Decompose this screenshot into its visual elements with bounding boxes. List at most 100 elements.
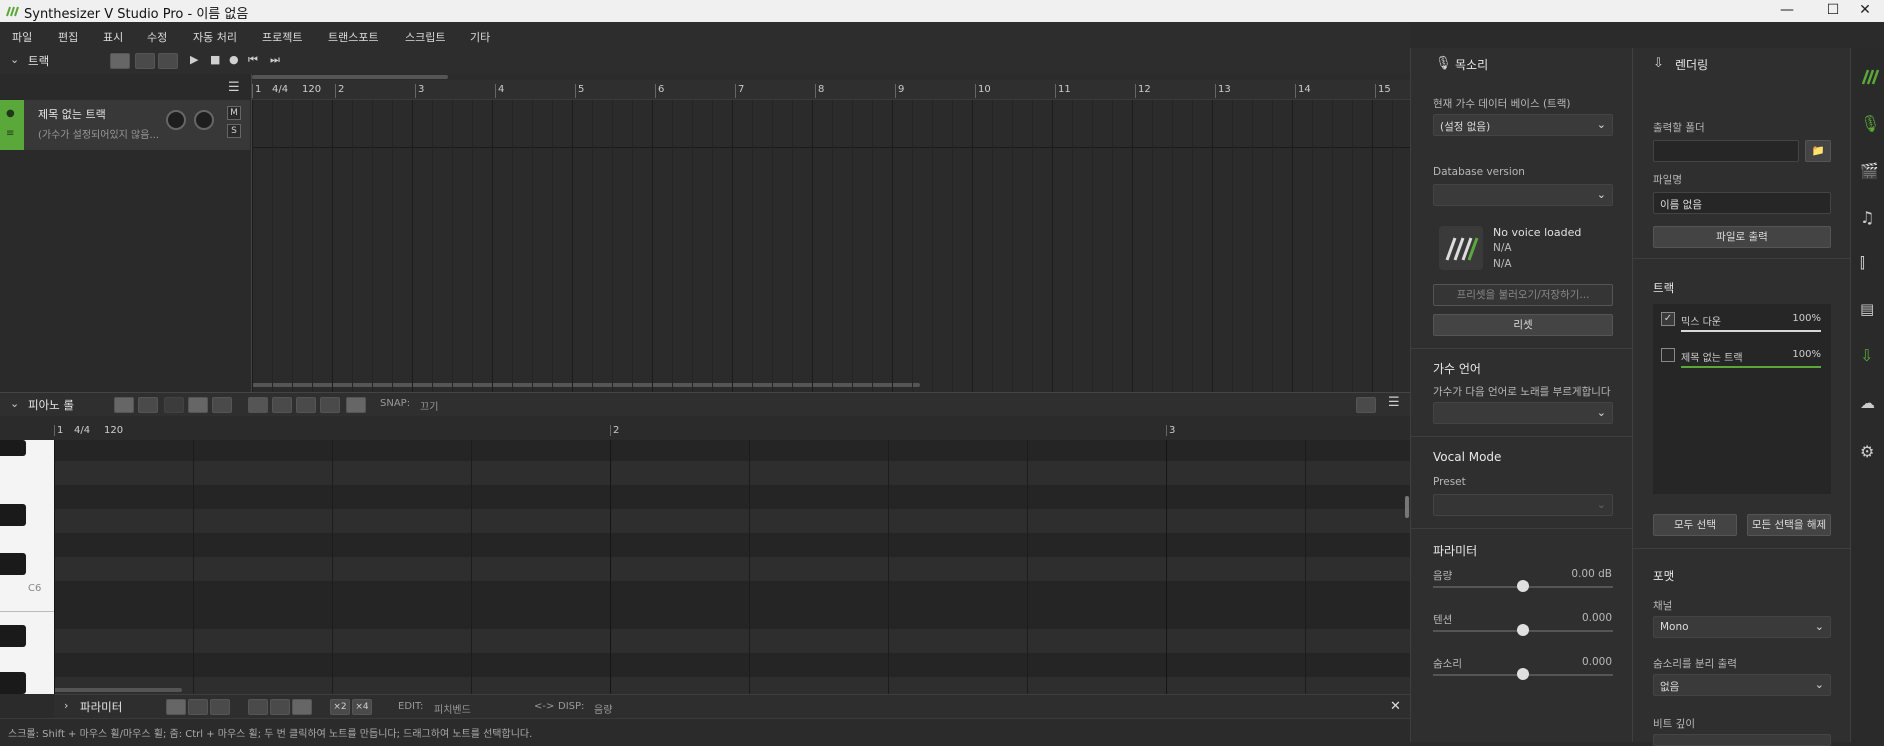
pan-knob[interactable] — [194, 110, 214, 130]
music-note-icon[interactable]: ♫ — [1860, 208, 1878, 227]
track-checkbox[interactable] — [1661, 348, 1675, 362]
library-icon[interactable]: ⫿ — [1860, 254, 1878, 272]
rewind-icon[interactable]: ⏮ — [248, 53, 258, 67]
record-icon[interactable]: ● — [229, 53, 239, 66]
camera-icon[interactable] — [1356, 397, 1376, 413]
piano-roll-menu-icon[interactable]: ☰ — [1388, 395, 1400, 410]
menu-file[interactable]: 파일 — [12, 29, 32, 45]
minimize-button[interactable]: — — [1764, 0, 1810, 22]
logo-icon[interactable] — [1860, 66, 1882, 88]
menu-transport[interactable]: 트랜스포트 — [328, 29, 379, 45]
param-lower-icon[interactable] — [248, 699, 268, 715]
close-window-button[interactable]: ✕ — [1846, 0, 1884, 22]
solo-button[interactable]: S — [227, 124, 241, 138]
param-pencil-icon[interactable] — [188, 699, 208, 715]
param-slider-handle[interactable] — [1517, 580, 1529, 592]
db-version-dropdown[interactable]: ⌄ — [1433, 184, 1613, 206]
track-grip-icon[interactable]: ≡ — [6, 128, 14, 139]
expand-chevron-icon[interactable]: › — [64, 699, 68, 712]
pr-h-scrollbar[interactable] — [54, 688, 182, 692]
track-menu-icon[interactable]: ☰ — [228, 80, 240, 95]
piano-roll-grid[interactable] — [54, 440, 1410, 694]
menu-script[interactable]: 스크립트 — [405, 29, 445, 45]
parameter-bar: › 파라미터 ×2 ×4 EDIT: 피치벤드 <-> DISP: 음량 ✕ — [54, 694, 1410, 718]
pencil-tool-icon[interactable] — [138, 397, 158, 413]
x4-button[interactable]: ×4 — [352, 699, 372, 715]
filename-input[interactable]: 이름 없음 — [1653, 192, 1831, 214]
deselect-all-button[interactable]: 모든 선택을 해제 — [1747, 514, 1831, 536]
param-slider-handle[interactable] — [1517, 668, 1529, 680]
cloud-icon[interactable] — [158, 53, 178, 69]
menu-auto-process[interactable]: 자동 처리 — [193, 29, 237, 45]
black-key[interactable] — [0, 440, 26, 456]
param-raise-icon[interactable] — [270, 699, 290, 715]
param-line-icon[interactable] — [210, 699, 230, 715]
note-tool-icon[interactable] — [188, 397, 208, 413]
gear-icon[interactable]: ⚙ — [1860, 442, 1878, 461]
menu-edit[interactable]: 편집 — [58, 29, 78, 45]
select-all-button[interactable]: 모두 선택 — [1653, 514, 1737, 536]
pr-v-scrollbar[interactable] — [1405, 496, 1409, 518]
phoneme-icon[interactable] — [320, 397, 340, 413]
close-param-icon[interactable]: ✕ — [1390, 699, 1401, 714]
black-key[interactable] — [0, 625, 26, 647]
menu-other[interactable]: 기타 — [470, 29, 490, 45]
snap-value[interactable]: 끄기 — [420, 398, 438, 413]
track-item[interactable]: 제목 없는 트랙 (가수가 설정되어있지 않음... M S — [0, 100, 250, 150]
menu-project[interactable]: 프로젝트 — [262, 29, 302, 45]
param-select-icon[interactable] — [166, 699, 186, 715]
bit-depth-dropdown[interactable] — [1653, 734, 1831, 746]
clapper-icon[interactable] — [346, 397, 366, 413]
param-value[interactable]: 0.000 — [1582, 612, 1612, 624]
waveform-icon[interactable] — [296, 397, 316, 413]
curve-tool-icon[interactable] — [212, 397, 232, 413]
track-mode-icon[interactable] — [110, 53, 130, 69]
black-key[interactable] — [0, 504, 26, 526]
link-tool-icon[interactable] — [164, 397, 184, 413]
horizontal-zoom-scrollbar[interactable] — [252, 75, 448, 79]
loop-icon[interactable] — [135, 53, 155, 69]
breath-split-dropdown[interactable]: 없음 ⌄ — [1653, 674, 1831, 696]
arrangement-grid[interactable] — [252, 100, 1410, 392]
skip-end-icon[interactable]: ⏭ — [270, 53, 280, 67]
track-name[interactable]: 제목 없는 트랙 — [38, 106, 106, 122]
param-smooth-icon[interactable] — [292, 699, 312, 715]
x2-button[interactable]: ×2 — [330, 699, 350, 715]
track-color-strip[interactable]: ● ≡ — [0, 100, 24, 150]
cloud-check-icon[interactable]: ☁ — [1860, 394, 1878, 412]
collapse-chevron-icon[interactable]: ⌄ — [10, 53, 19, 66]
piano-keyboard[interactable]: C6 — [0, 440, 54, 694]
render-icon[interactable]: ⇩ — [1860, 346, 1878, 365]
menu-view[interactable]: 표시 — [103, 29, 123, 45]
play-icon[interactable]: ▶ — [190, 53, 198, 66]
reset-button[interactable]: 리셋 — [1433, 314, 1613, 336]
mixdown-checkbox[interactable]: ✓ — [1661, 312, 1675, 326]
export-button[interactable]: 파일로 출력 — [1653, 226, 1831, 248]
vocal-preset-dropdown[interactable]: ⌄ — [1433, 494, 1613, 516]
swap-arrows-icon[interactable]: <-> — [534, 701, 554, 712]
select-tool-icon[interactable] — [114, 397, 134, 413]
black-key[interactable] — [0, 553, 26, 575]
singer-language-dropdown[interactable]: ⌄ — [1433, 402, 1613, 424]
microphone-icon[interactable]: 🎙 — [1860, 114, 1880, 133]
preset-button[interactable]: 프리셋을 불러오기/저장하기... — [1433, 284, 1613, 306]
output-folder-input[interactable] — [1653, 140, 1799, 162]
param-value[interactable]: 0.00 dB — [1571, 568, 1612, 580]
folder-icon[interactable]: 📁 — [1805, 140, 1831, 162]
channel-dropdown[interactable]: Mono ⌄ — [1653, 616, 1831, 638]
mute-button[interactable]: M — [227, 106, 241, 120]
black-key[interactable] — [0, 672, 26, 694]
book-icon[interactable]: ▤ — [1860, 300, 1878, 318]
stop-icon[interactable]: ■ — [210, 53, 220, 66]
param-value[interactable]: 0.000 — [1582, 656, 1612, 668]
param-slider-handle[interactable] — [1517, 624, 1529, 636]
edit-value[interactable]: 피치벤드 — [434, 701, 471, 716]
vibrato-icon[interactable] — [272, 397, 292, 413]
voice-db-dropdown[interactable]: (설정 없음) ⌄ — [1433, 114, 1613, 136]
collapse-chevron-icon[interactable]: ⌄ — [10, 397, 19, 410]
menu-modify[interactable]: 수정 — [147, 29, 167, 45]
pitch-curve-icon[interactable] — [248, 397, 268, 413]
volume-knob[interactable] — [166, 110, 186, 130]
clapperboard-icon[interactable]: 🎬 — [1860, 162, 1879, 180]
disp-value[interactable]: 음량 — [594, 701, 612, 716]
